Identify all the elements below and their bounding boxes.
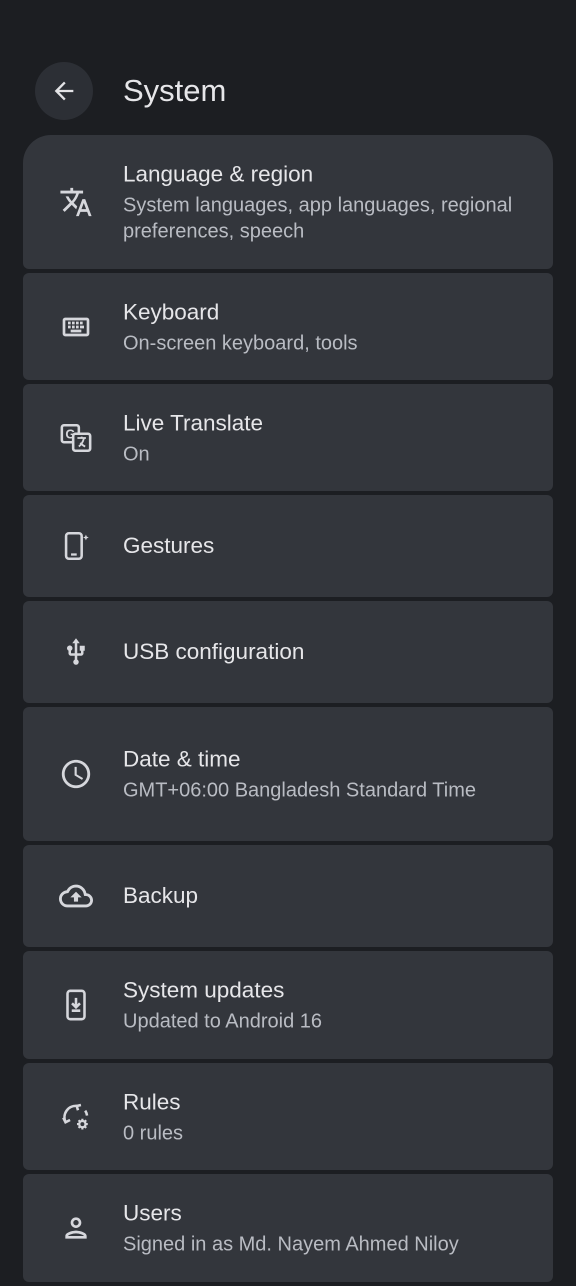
item-subtitle: 0 rules [123, 1122, 184, 1144]
item-subtitle: Signed in as Md. Nayem Ahmed Niloy [123, 1233, 459, 1256]
settings-item-language[interactable]: Language & region System languages, app … [23, 135, 553, 269]
settings-item-date-time[interactable]: Date & time GMT+06:00 Bangladesh Standar… [23, 707, 553, 841]
person-icon [59, 1211, 93, 1245]
settings-item-system-updates[interactable]: System updates Updated to Android 16 [23, 951, 553, 1059]
clock-icon [59, 757, 93, 791]
settings-item-live-translate[interactable]: G Live Translate On [23, 384, 553, 491]
keyboard-icon [59, 310, 93, 344]
page-title: System [123, 73, 227, 108]
settings-item-keyboard[interactable]: Keyboard On-screen keyboard, tools [23, 273, 553, 380]
item-title: Users [123, 1200, 182, 1226]
top-app-bar: System [0, 0, 576, 136]
item-subtitle: On [123, 443, 150, 465]
settings-list: Language & region System languages, app … [23, 135, 553, 1286]
item-title: USB configuration [123, 639, 305, 664]
item-title: Backup [123, 883, 199, 908]
item-title: Date & time [123, 746, 241, 772]
item-title: Language & region [123, 161, 314, 187]
item-title: Gestures [123, 533, 215, 558]
system-update-icon [59, 988, 93, 1022]
item-subtitle: Updated to Android 16 [123, 1010, 323, 1033]
item-subtitle: System languages, app languages, regiona… [123, 194, 513, 243]
item-subtitle: On-screen keyboard, tools [123, 332, 358, 354]
arrow-back-icon [50, 77, 78, 105]
google-translate-icon: G [59, 421, 93, 455]
settings-item-gestures[interactable]: Gestures [23, 495, 553, 597]
rules-icon [59, 1100, 93, 1134]
settings-item-users[interactable]: Users Signed in as Md. Nayem Ahmed Niloy [23, 1174, 553, 1282]
item-title: System updates [123, 977, 285, 1003]
settings-item-usb[interactable]: USB configuration [23, 601, 553, 703]
item-title: Rules [123, 1089, 181, 1114]
translate-icon [59, 185, 93, 219]
back-button[interactable] [35, 62, 93, 120]
item-subtitle: GMT+06:00 Bangladesh Standard Time [123, 779, 476, 802]
gesture-phone-icon [59, 529, 93, 563]
settings-item-backup[interactable]: Backup [23, 845, 553, 947]
settings-item-rules[interactable]: Rules 0 rules [23, 1063, 553, 1170]
cloud-upload-icon [59, 879, 93, 913]
usb-icon [59, 635, 93, 669]
item-title: Keyboard [123, 299, 220, 324]
item-title: Live Translate [123, 410, 264, 435]
